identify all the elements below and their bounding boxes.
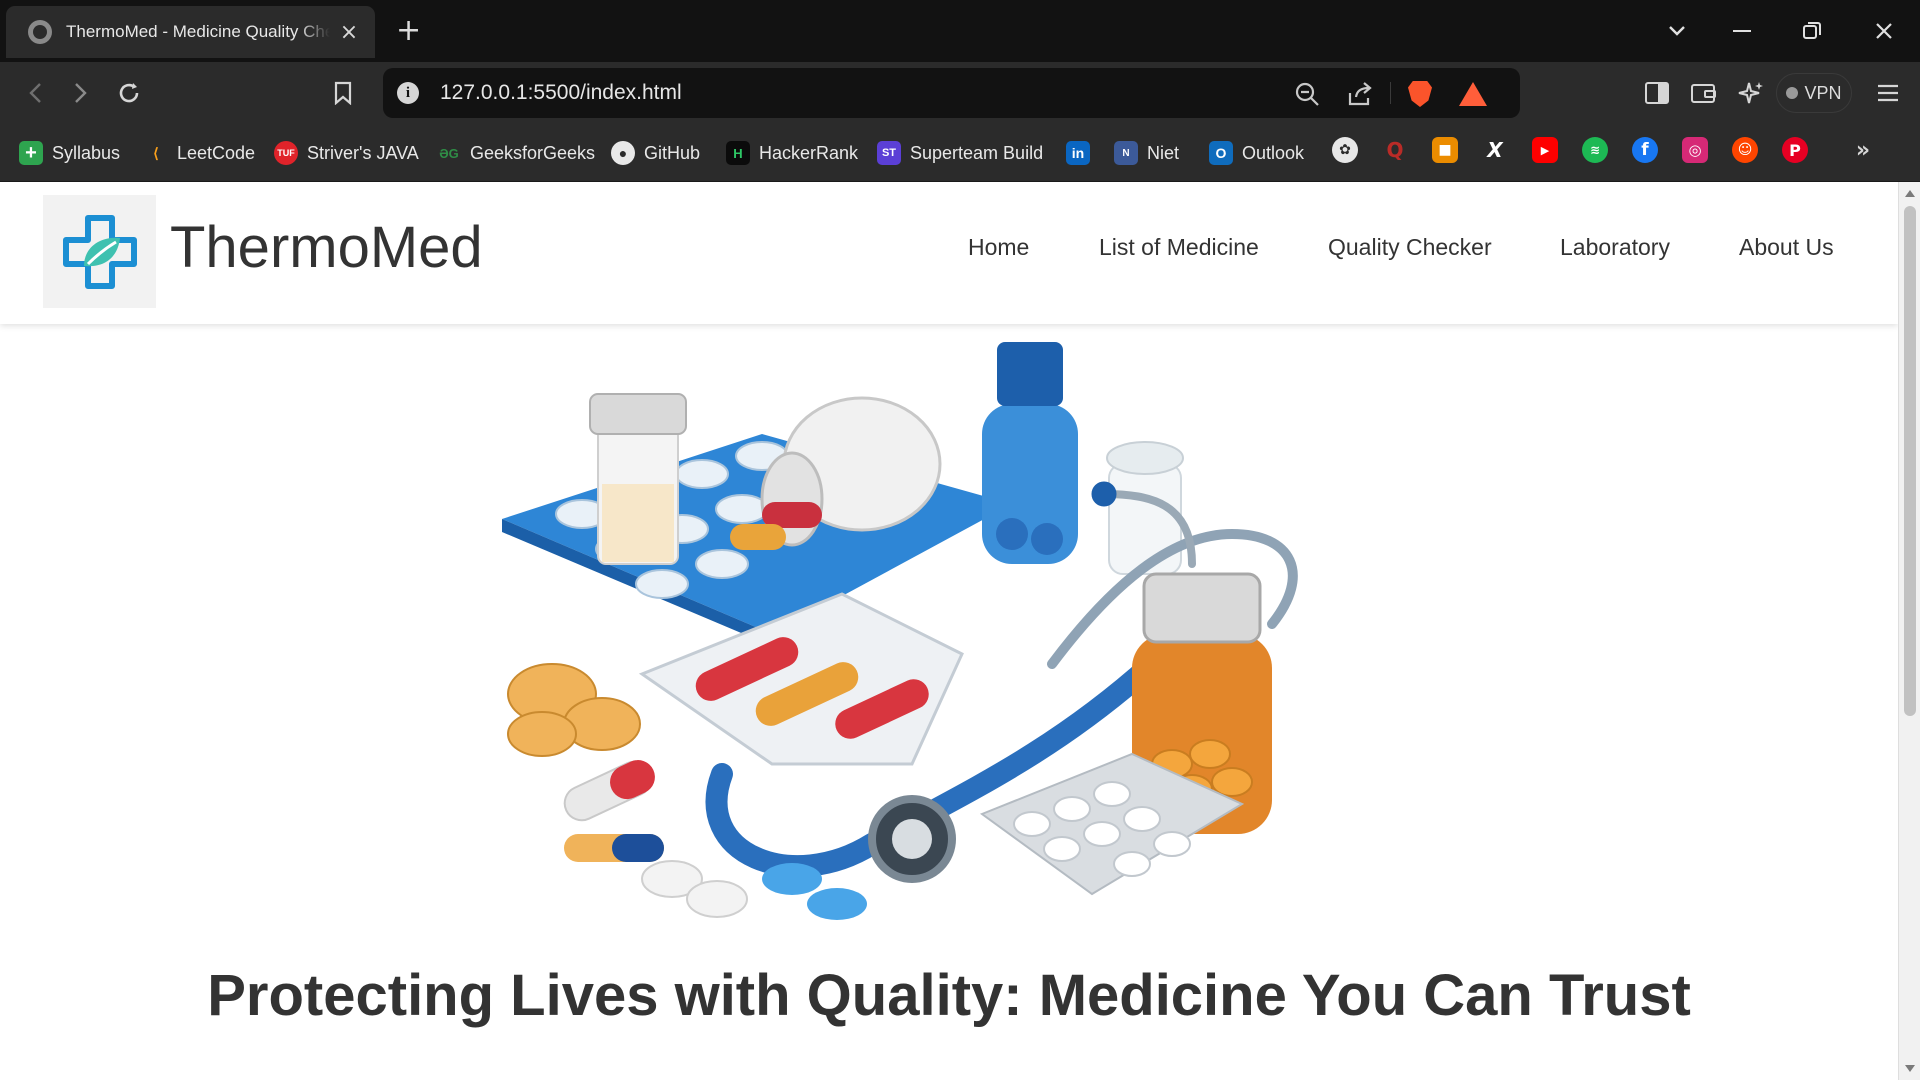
bookmark-label: HackerRank — [759, 142, 859, 163]
gfg-icon: ƏG — [439, 145, 459, 161]
leetcode-icon: ⟨ — [153, 144, 159, 161]
leo-ai-icon[interactable] — [1732, 74, 1770, 112]
tab-title: ThermoMed - Medicine Quality Checker — [66, 22, 330, 41]
vpn-status-dot — [1786, 87, 1799, 99]
bookmark-label: GeeksforGeeks — [470, 142, 596, 163]
menu-icon[interactable] — [1869, 74, 1907, 112]
more-bookmarks-icon[interactable]: » — [1850, 137, 1876, 163]
bookmark-label: Niet — [1147, 142, 1180, 163]
address-bar[interactable]: i 127.0.0.1:5500/index.html — [383, 68, 1520, 118]
tab-close-icon[interactable]: × — [337, 20, 361, 45]
medical-cross-logo-icon — [62, 214, 137, 289]
scroll-up-arrow-icon[interactable] — [1905, 190, 1915, 197]
bookmark-label: Outlook — [1242, 142, 1305, 163]
page-scrollbar[interactable] — [1898, 182, 1920, 1080]
bookmark-outlook[interactable]: O Outlook — [1209, 138, 1304, 168]
bookmark-leetcode[interactable]: ⟨ LeetCode — [144, 138, 255, 168]
bookmark-syllabus[interactable]: + Syllabus — [19, 138, 120, 168]
minimize-icon[interactable] — [1707, 0, 1777, 62]
blue-bottle — [982, 342, 1078, 564]
superteam-icon: ST — [877, 141, 901, 165]
niet-icon: N — [1114, 141, 1138, 165]
url-text[interactable]: 127.0.0.1:5500/index.html — [440, 81, 682, 105]
office-icon[interactable]: ■ — [1432, 137, 1458, 163]
bookmark-label: Syllabus — [52, 142, 121, 163]
hero-medicine-illustration — [502, 342, 1298, 920]
quora-icon[interactable]: Q — [1382, 137, 1408, 163]
globe-icon — [28, 20, 52, 44]
bookmark-geeksforgeeks[interactable]: ƏG GeeksforGeeks — [437, 138, 595, 168]
wallet-icon[interactable] — [1685, 74, 1723, 112]
hero-headline: Protecting Lives with Quality: Medicine … — [207, 963, 1691, 1028]
forward-icon[interactable] — [62, 74, 100, 112]
bookmark-github[interactable]: ● GitHub — [611, 138, 700, 168]
bookmark-label: Striver's JAVA — [307, 142, 419, 163]
active-tab[interactable]: ThermoMed - Medicine Quality Checker × — [6, 6, 375, 58]
nav-home[interactable]: Home — [968, 234, 1029, 261]
brand-name[interactable]: ThermoMed — [170, 214, 483, 281]
nav-laboratory[interactable]: Laboratory — [1560, 234, 1670, 261]
bookmark-label: LeetCode — [177, 142, 256, 163]
nav-list-of-medicine[interactable]: List of Medicine — [1099, 234, 1259, 261]
bookmark-linkedin[interactable]: in — [1066, 138, 1090, 168]
bookmarks-bar: + Syllabus ⟨ LeetCode TUF Striver's JAVA… — [0, 124, 1920, 182]
site-header: ThermoMed Home List of Medicine Quality … — [0, 182, 1898, 324]
x-icon[interactable]: X — [1482, 137, 1508, 163]
tab-search-chevron-icon[interactable] — [1642, 0, 1712, 62]
outlook-icon: O — [1209, 141, 1233, 165]
nav-quality-checker[interactable]: Quality Checker — [1328, 234, 1492, 261]
hackerrank-icon: H — [726, 141, 750, 165]
chatgpt-icon[interactable]: ✿ — [1332, 137, 1358, 163]
reload-icon[interactable] — [110, 74, 148, 112]
bookmark-label: GitHub — [644, 142, 701, 163]
bookmark-hackerrank[interactable]: H HackerRank — [726, 138, 858, 168]
sheets-plus-icon: + — [19, 141, 43, 165]
new-tab-button[interactable]: + — [396, 14, 421, 48]
medicine-jar-left — [589, 393, 687, 565]
tuf-icon: TUF — [274, 141, 298, 165]
capsule-tray — [638, 592, 964, 766]
page-viewport: ThermoMed Home List of Medicine Quality … — [0, 182, 1898, 1080]
bookmark-strivers-java[interactable]: TUF Striver's JAVA — [274, 138, 419, 168]
brave-shields-icon[interactable] — [1406, 80, 1434, 108]
pinterest-icon[interactable]: P — [1782, 137, 1808, 163]
restore-icon[interactable] — [1777, 0, 1847, 62]
bookmark-label: Superteam Build — [910, 142, 1044, 163]
orange-round-pills — [507, 663, 641, 757]
github-icon: ● — [611, 141, 635, 165]
share-icon[interactable] — [1346, 80, 1374, 108]
sidebar-icon[interactable] — [1638, 74, 1676, 112]
omnibox-divider — [1390, 82, 1391, 104]
browser-toolbar: i 127.0.0.1:5500/index.html VPN — [0, 62, 1920, 124]
nav-about-us[interactable]: About Us — [1739, 234, 1834, 261]
spotify-icon[interactable]: ≋ — [1582, 137, 1608, 163]
instagram-icon[interactable]: ◎ — [1682, 137, 1708, 163]
browser-tab-strip: ThermoMed - Medicine Quality Checker × + — [0, 0, 1920, 62]
bookmark-niet[interactable]: N Niet — [1114, 138, 1179, 168]
bookmark-superteam-build[interactable]: ST Superteam Build — [877, 138, 1043, 168]
brave-rewards-icon[interactable] — [1459, 80, 1487, 108]
scroll-down-arrow-icon[interactable] — [1905, 1065, 1915, 1072]
reddit-icon[interactable]: ☺ — [1732, 137, 1758, 163]
back-icon[interactable] — [16, 74, 54, 112]
site-info-icon[interactable]: i — [397, 82, 419, 104]
zoom-out-icon[interactable] — [1293, 80, 1321, 108]
thermomed-logo[interactable] — [43, 195, 156, 308]
bookmark-page-icon[interactable] — [324, 74, 362, 112]
window-close-icon[interactable] — [1849, 0, 1919, 62]
scrollbar-thumb[interactable] — [1904, 206, 1916, 716]
facebook-icon[interactable]: f — [1632, 137, 1658, 163]
vpn-button[interactable]: VPN — [1776, 73, 1852, 113]
linkedin-icon: in — [1066, 141, 1090, 165]
vpn-label: VPN — [1804, 82, 1842, 103]
youtube-icon[interactable]: ▶ — [1532, 137, 1558, 163]
